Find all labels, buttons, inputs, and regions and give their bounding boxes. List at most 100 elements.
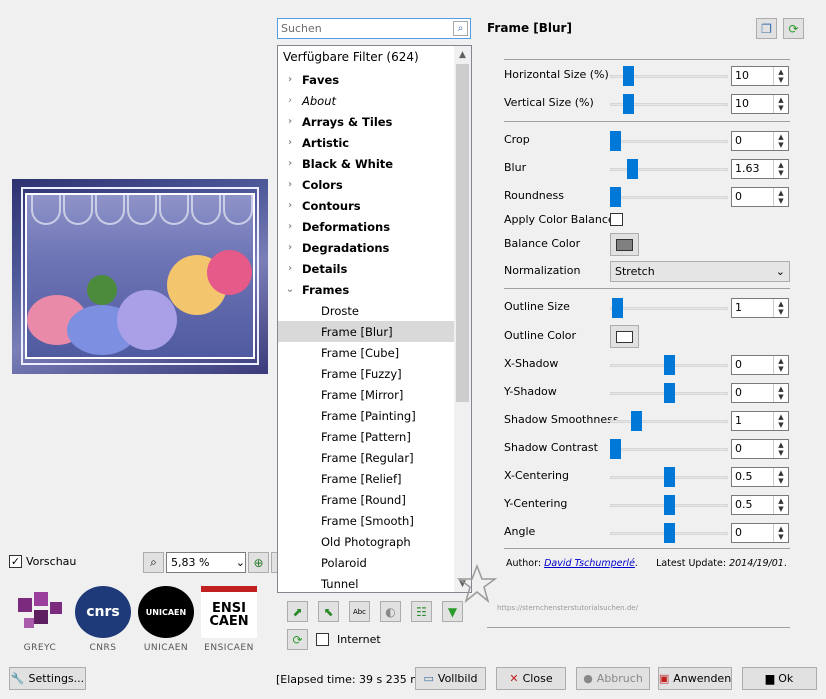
scroll-thumb[interactable] (456, 64, 469, 402)
spin-arrows-icon[interactable]: ▲ ▼ (773, 384, 788, 402)
y-shadow-spinbox[interactable]: 0 ▲ ▼ (731, 383, 789, 403)
filter-tree[interactable]: Verfügbare Filter (624) › Faves › About › A… (277, 45, 472, 593)
slider-handle[interactable] (664, 355, 675, 375)
spin-arrows-icon[interactable]: ▲ ▼ (773, 188, 788, 206)
zoom-select[interactable]: 5,83 % ⌄ (166, 552, 246, 573)
chevron-right-icon[interactable]: › (278, 116, 302, 127)
slider-handle[interactable] (610, 131, 621, 151)
x-centering-spinbox[interactable]: 0.5 ▲ ▼ (731, 467, 789, 487)
settings-button[interactable]: 🔧 Settings... (9, 667, 86, 690)
slider-handle[interactable] (664, 523, 675, 543)
horizontal-size-spinbox[interactable]: 10 ▲ ▼ (731, 66, 789, 86)
angle-slider[interactable] (610, 523, 728, 543)
search-input[interactable]: Suchen (281, 22, 322, 35)
tree-item-frame-pattern[interactable]: Frame [Pattern] (278, 426, 455, 447)
tree-category-arrays-tiles[interactable]: › Arrays & Tiles (278, 111, 455, 132)
spin-arrows-icon[interactable]: ▲ ▼ (773, 132, 788, 150)
shadow-smoothness-spinbox[interactable]: 1 ▲ ▼ (731, 411, 789, 431)
tree-item-tunnel[interactable]: Tunnel (278, 573, 455, 592)
chevron-right-icon[interactable]: › (278, 137, 302, 148)
cancel-button[interactable]: ● Abbruch (576, 667, 650, 690)
angle-spinbox[interactable]: 0 ▲ ▼ (731, 523, 789, 543)
search-icon[interactable]: ⌕ (453, 21, 468, 36)
shadow-contrast-slider[interactable] (610, 439, 728, 459)
reset-params-icon[interactable]: ⟳ (783, 18, 804, 39)
tree-item-frame-relief[interactable]: Frame [Relief] (278, 468, 455, 489)
slider-handle[interactable] (610, 187, 621, 207)
spin-arrows-icon[interactable]: ▲ ▼ (773, 468, 788, 486)
zoom-fit-icon[interactable]: ⌕ (143, 552, 164, 573)
select-filters-icon[interactable]: ☷ (411, 601, 432, 622)
crop-slider[interactable] (610, 131, 728, 151)
slider-handle[interactable] (612, 298, 623, 318)
tree-item-frame-blur[interactable]: Frame [Blur] (278, 321, 455, 342)
spin-arrows-icon[interactable]: ▲ ▼ (773, 524, 788, 542)
chevron-right-icon[interactable]: › (278, 242, 302, 253)
chevron-down-icon[interactable]: ⌄ (278, 284, 302, 295)
ok-button[interactable]: ▆ Ok (742, 667, 817, 690)
slider-handle[interactable] (610, 439, 621, 459)
remove-fave-icon[interactable]: ⬉ (318, 601, 339, 622)
slider-handle[interactable] (664, 467, 675, 487)
x-shadow-slider[interactable] (610, 355, 728, 375)
horizontal-size-slider[interactable] (610, 66, 728, 86)
y-centering-spinbox[interactable]: 0.5 ▲ ▼ (731, 495, 789, 515)
apply-button[interactable]: ▣ Anwenden (658, 667, 732, 690)
roundness-slider[interactable] (610, 187, 728, 207)
search-field[interactable]: Suchen ⌕ (277, 18, 471, 39)
chevron-right-icon[interactable]: › (278, 158, 302, 169)
chevron-right-icon[interactable]: › (278, 95, 302, 106)
slider-handle[interactable] (631, 411, 642, 431)
outline-color-button[interactable] (610, 325, 639, 348)
tree-item-frame-round[interactable]: Frame [Round] (278, 489, 455, 510)
close-button[interactable]: ✕ Close (496, 667, 566, 690)
tree-item-old-photograph[interactable]: Old Photograph (278, 531, 455, 552)
preview-checkbox[interactable]: ✓ (9, 555, 22, 568)
tree-category-frames[interactable]: ⌄ Frames (278, 279, 455, 300)
tree-category-about[interactable]: › About (278, 90, 455, 111)
tree-item-frame-smooth[interactable]: Frame [Smooth] (278, 510, 455, 531)
spin-arrows-icon[interactable]: ▲ ▼ (773, 412, 788, 430)
rename-fave-icon[interactable]: Abc (349, 601, 370, 622)
preview-toggle[interactable]: ✓ Vorschau (9, 555, 76, 568)
tree-item-frame-cube[interactable]: Frame [Cube] (278, 342, 455, 363)
blur-slider[interactable] (610, 159, 728, 179)
tree-item-frame-fuzzy[interactable]: Frame [Fuzzy] (278, 363, 455, 384)
tree-item-frame-mirror[interactable]: Frame [Mirror] (278, 384, 455, 405)
slider-handle[interactable] (623, 66, 634, 86)
slider-handle[interactable] (627, 159, 638, 179)
internet-toggle[interactable]: ⟳ Internet (287, 629, 381, 650)
add-fave-icon[interactable]: ⬈ (287, 601, 308, 622)
tree-scrollbar[interactable]: ▲ ▼ (454, 46, 471, 592)
visibility-icon[interactable]: ◐ (380, 601, 401, 622)
spin-arrows-icon[interactable]: ▲ ▼ (773, 440, 788, 458)
spin-arrows-icon[interactable]: ▲ ▼ (773, 299, 788, 317)
spin-arrows-icon[interactable]: ▲ ▼ (773, 95, 788, 113)
preview-image[interactable] (12, 179, 268, 374)
vertical-size-slider[interactable] (610, 94, 728, 114)
tree-category-deformations[interactable]: › Deformations (278, 216, 455, 237)
slider-handle[interactable] (623, 94, 634, 114)
x-shadow-spinbox[interactable]: 0 ▲ ▼ (731, 355, 789, 375)
roundness-spinbox[interactable]: 0 ▲ ▼ (731, 187, 789, 207)
tree-category-degradations[interactable]: › Degradations (278, 237, 455, 258)
blur-spinbox[interactable]: 1.63 ▲ ▼ (731, 159, 789, 179)
chevron-right-icon[interactable]: › (278, 179, 302, 190)
tree-category-artistic[interactable]: › Artistic (278, 132, 455, 153)
tree-category-colors[interactable]: › Colors (278, 174, 455, 195)
outline-size-spinbox[interactable]: 1 ▲ ▼ (731, 298, 789, 318)
tree-category-contours[interactable]: › Contours (278, 195, 455, 216)
spin-arrows-icon[interactable]: ▲ ▼ (773, 356, 788, 374)
zoom-in-icon[interactable]: ⊕ (248, 552, 269, 573)
chevron-right-icon[interactable]: › (278, 74, 302, 85)
spin-arrows-icon[interactable]: ▲ ▼ (773, 496, 788, 514)
tree-item-polaroid[interactable]: Polaroid (278, 552, 455, 573)
apply-color-balance-checkbox[interactable] (610, 213, 623, 226)
y-shadow-slider[interactable] (610, 383, 728, 403)
tree-item-frame-painting[interactable]: Frame [Painting] (278, 405, 455, 426)
outline-size-slider[interactable] (610, 298, 728, 318)
fullscreen-button[interactable]: ▭ Vollbild (415, 667, 486, 690)
tree-category-black-white[interactable]: › Black & White (278, 153, 455, 174)
chevron-right-icon[interactable]: › (278, 200, 302, 211)
tree-category-details[interactable]: › Details (278, 258, 455, 279)
